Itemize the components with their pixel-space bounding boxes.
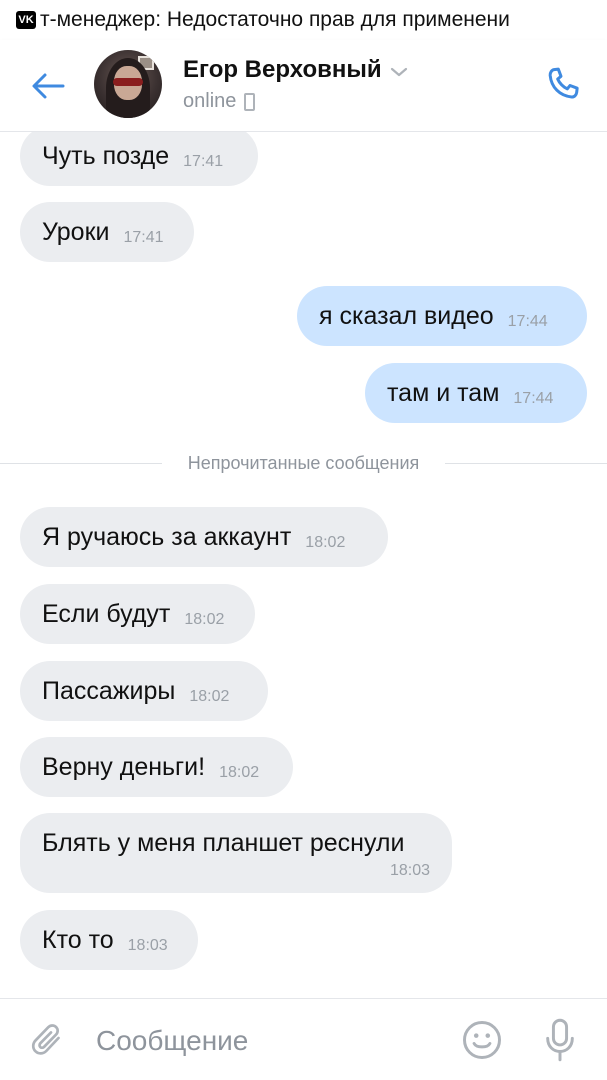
message-text: Чуть позде (42, 141, 170, 170)
message-text: там и там (387, 378, 500, 407)
message-bubble[interactable]: я сказал видео 17:44 (297, 286, 587, 346)
message-bubble[interactable]: Пассажиры 18:02 (20, 661, 268, 721)
message-time: 18:03 (127, 937, 168, 954)
mobile-device-icon (244, 92, 256, 111)
message-text: Если будут (42, 599, 171, 628)
unread-divider: Непрочитанные сообщения (0, 448, 607, 478)
message-time: 18:02 (219, 764, 260, 781)
message-text: Верну деньги! (42, 752, 206, 781)
message-bubble[interactable]: Кто то 18:03 (20, 910, 198, 970)
presence-status: online (183, 90, 256, 113)
message-text: я сказал видео (319, 301, 494, 330)
message-list[interactable]: Чуть позде 17:41 Уроки 17:41 я сказал ви… (0, 132, 607, 998)
emoji-button[interactable] (460, 1018, 504, 1062)
message-text: Кто то (42, 925, 114, 954)
smile-icon (463, 1021, 501, 1059)
message-time: 18:02 (184, 611, 225, 628)
voice-message-button[interactable] (540, 1016, 580, 1064)
message-text: Пассажиры (42, 676, 176, 705)
message-time: 18:02 (305, 534, 346, 551)
message-bubble[interactable]: там и там 17:44 (365, 363, 587, 423)
message-composer (0, 998, 607, 1080)
contact-title[interactable]: Егор Верховный (183, 56, 408, 84)
call-button[interactable] (540, 62, 586, 108)
message-text: Блять у меня планшет реснули (42, 829, 405, 857)
message-input[interactable] (96, 1023, 436, 1059)
contact-name: Егор Верховный (183, 56, 382, 83)
message-bubble[interactable]: Я ручаюсь за аккаунт 18:02 (20, 507, 388, 567)
vk-logo-icon: VK (16, 11, 36, 29)
message-text: Я ручаюсь за аккаунт (42, 522, 292, 551)
phone-icon (548, 67, 579, 99)
message-bubble[interactable]: Блять у меня планшет реснули 18:03 (20, 813, 452, 893)
message-time: 17:44 (507, 313, 548, 330)
message-bubble[interactable]: Если будут 18:02 (20, 584, 255, 644)
presence-text: online (183, 90, 237, 112)
message-time: 18:02 (189, 688, 230, 705)
notification-bar: VK т-менеджер: Недостаточно прав для при… (0, 0, 607, 40)
back-button[interactable] (28, 66, 68, 106)
message-bubble[interactable]: Чуть позде 17:41 (20, 132, 258, 186)
message-time: 17:41 (183, 153, 224, 170)
attach-button[interactable] (28, 1019, 68, 1063)
unread-divider-label: Непрочитанные сообщения (187, 452, 420, 473)
avatar[interactable] (94, 50, 162, 118)
paperclip-icon (31, 1024, 60, 1055)
message-time: 18:03 (389, 862, 430, 879)
chat-header: Егор Верховный online (0, 40, 607, 132)
notification-text: т-менеджер: Недостаточно прав для примен… (40, 8, 510, 31)
message-bubble[interactable]: Верну деньги! 18:02 (20, 737, 293, 797)
message-text: Уроки (42, 217, 110, 246)
message-time: 17:44 (513, 390, 554, 407)
chevron-down-icon (390, 67, 407, 77)
microphone-icon (546, 1018, 574, 1062)
message-bubble[interactable]: Уроки 17:41 (20, 202, 194, 262)
message-time: 17:41 (123, 229, 164, 246)
arrow-left-icon (32, 73, 65, 99)
